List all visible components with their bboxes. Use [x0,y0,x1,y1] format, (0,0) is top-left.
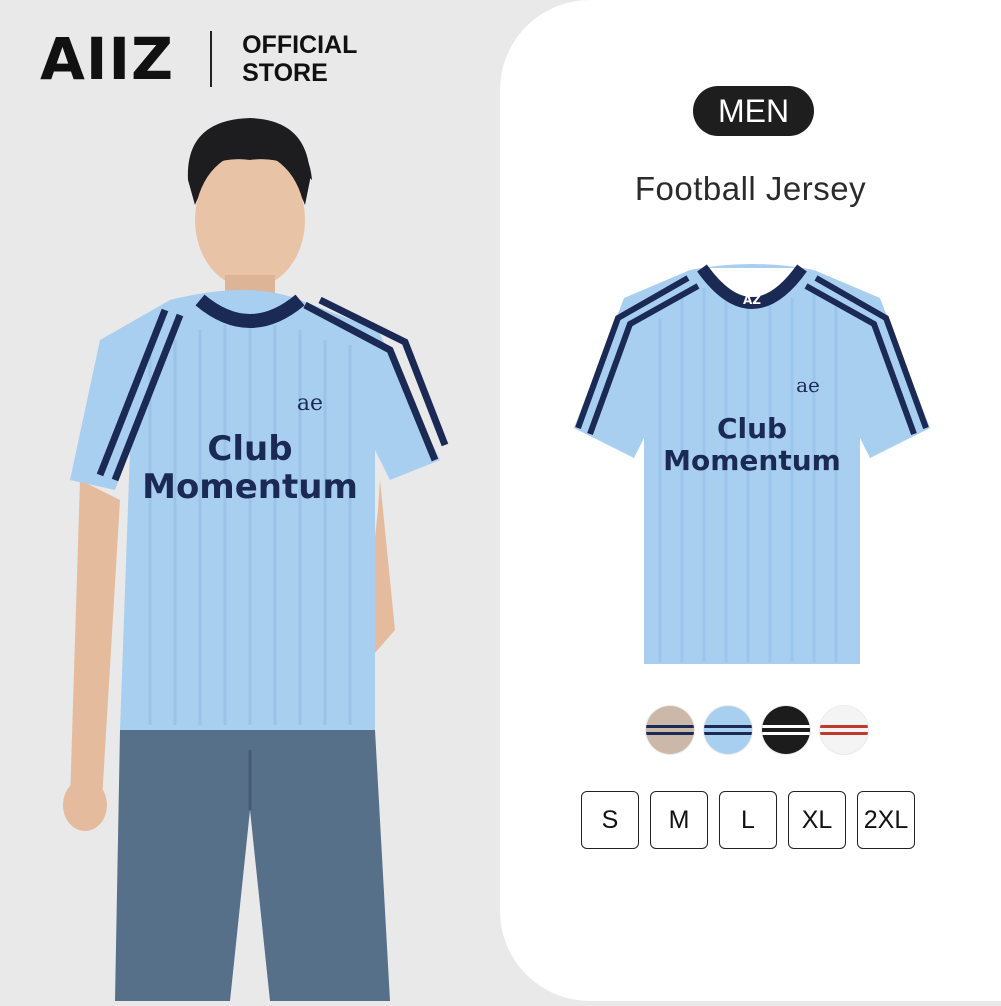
swatch-stripe [646,725,694,728]
swatch-stripe [646,732,694,735]
size-button-2xl[interactable]: 2XL [857,791,915,849]
product-chest-logo: ae [796,373,820,397]
color-swatches [646,706,868,754]
swatch-stripe [704,732,752,735]
size-button-l[interactable]: L [719,791,777,849]
brand-divider [210,31,213,87]
product-print-line2: Momentum [663,444,841,477]
model-chest-logo: ae [297,391,323,416]
model-print-line1: Club [207,429,292,469]
size-button-s[interactable]: S [581,791,639,849]
gender-badge[interactable]: MEN [693,86,814,136]
store-label-line1: OFFICIAL [242,31,358,59]
size-button-m[interactable]: M [650,791,708,849]
model-print-line2: Momentum [142,467,358,507]
swatch-stripe [762,732,810,735]
official-store-label: OFFICIAL STORE [242,31,357,87]
color-swatch-black[interactable] [762,706,810,754]
product-card: MEN Football Jersey AZ ae Club Momentum … [500,0,1001,1001]
color-swatch-white[interactable] [820,706,868,754]
swatch-stripe [820,725,868,728]
product-neck-logo: AZ [743,293,761,307]
model-photo: ae Club Momentum [60,110,460,1001]
size-button-xl[interactable]: XL [788,791,846,849]
store-label-line2: STORE [242,59,328,87]
brand-logo[interactable]: AIIZ [40,30,174,88]
swatch-stripe [820,732,868,735]
product-image[interactable]: AZ ae Club Momentum [570,258,934,670]
product-title: Football Jersey [634,170,867,207]
brand-header: AIIZ OFFICIAL STORE [40,30,357,88]
swatch-stripe [704,725,752,728]
size-options: S M L XL 2XL [581,791,915,849]
swatch-stripe [762,725,810,728]
product-print-line1: Club [717,412,787,445]
color-swatch-sky-blue[interactable] [704,706,752,754]
color-swatch-beige[interactable] [646,706,694,754]
